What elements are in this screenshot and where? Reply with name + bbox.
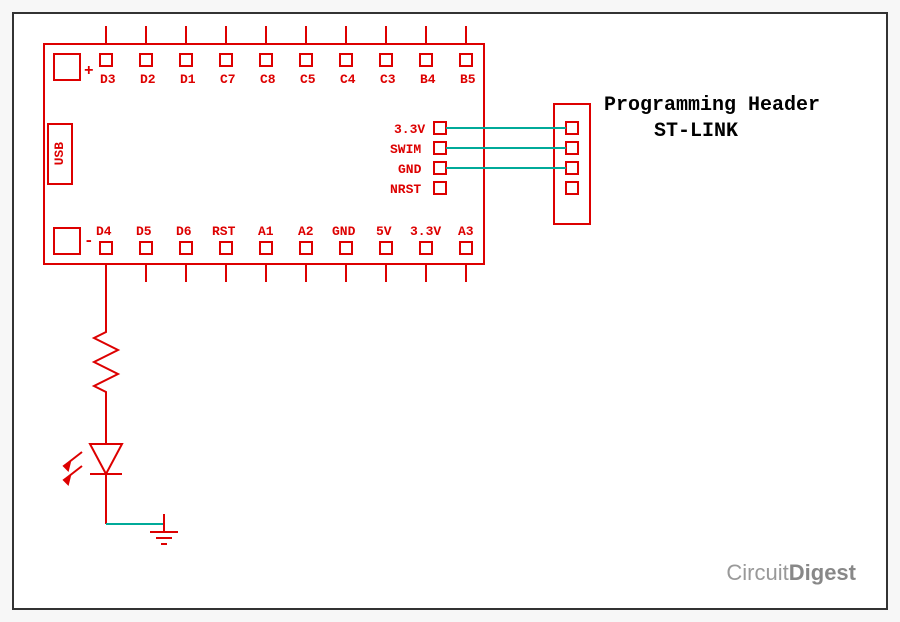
- top-pin-label: D1: [180, 72, 196, 87]
- resistor-icon: [94, 324, 118, 402]
- pad-plus: [54, 54, 80, 80]
- top-pin-row: [100, 26, 472, 66]
- bottom-pin-label: D6: [176, 224, 192, 239]
- bottom-pin-label: 3.3V: [410, 224, 441, 239]
- inner-header-pads: [434, 122, 446, 194]
- inner-header-label: SWIM: [390, 142, 421, 157]
- header-title-line1: Programming Header: [604, 94, 820, 117]
- header-title-line2: ST-LINK: [654, 120, 738, 143]
- inner-header-label: GND: [398, 162, 421, 177]
- top-pin-label: C8: [260, 72, 276, 87]
- pad-minus: [54, 228, 80, 254]
- bottom-pin-label: A2: [298, 224, 314, 239]
- led-icon: [64, 444, 122, 484]
- watermark: CircuitDigest: [726, 560, 856, 586]
- bottom-pin-label: D4: [96, 224, 112, 239]
- bottom-pin-label: A3: [458, 224, 474, 239]
- inner-header-label: 3.3V: [394, 122, 425, 137]
- bottom-pin-label: 5V: [376, 224, 392, 239]
- inner-header-label: NRST: [390, 182, 421, 197]
- watermark-part1: Circuit: [726, 560, 788, 585]
- ground-icon: [150, 514, 178, 544]
- bottom-pin-label: D5: [136, 224, 152, 239]
- diagram-frame: + - USB D3 D2 D1 C7 C8 C5 C4 C3 B4 B5 D4…: [12, 12, 888, 610]
- bottom-pin-label: RST: [212, 224, 235, 239]
- header-wires: [446, 128, 566, 168]
- top-pin-label: B5: [460, 72, 476, 87]
- top-pin-label: B4: [420, 72, 436, 87]
- polarity-plus-label: +: [84, 62, 94, 80]
- top-pin-label: C5: [300, 72, 316, 87]
- top-pin-label: D2: [140, 72, 156, 87]
- usb-label: USB: [52, 142, 67, 165]
- top-pin-label: C3: [380, 72, 396, 87]
- top-pin-label: C7: [220, 72, 236, 87]
- top-pin-label: C4: [340, 72, 356, 87]
- bottom-pin-label: GND: [332, 224, 355, 239]
- bottom-pin-row: [100, 242, 472, 282]
- external-header-pads: [566, 122, 578, 194]
- polarity-minus-label: -: [84, 232, 94, 250]
- top-pin-label: D3: [100, 72, 116, 87]
- watermark-part2: Digest: [789, 560, 856, 585]
- bottom-pin-label: A1: [258, 224, 274, 239]
